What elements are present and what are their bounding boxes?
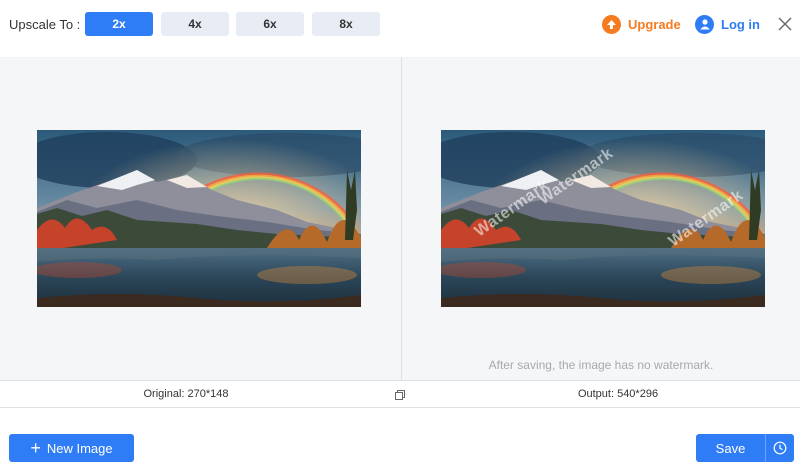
compare-toggle-icon[interactable] (394, 389, 406, 401)
login-button[interactable]: Log in (695, 14, 760, 34)
upgrade-label: Upgrade (628, 16, 681, 32)
scale-2x-button[interactable]: 2x (85, 12, 153, 36)
output-size-label: Output: 540*296 (577, 388, 659, 400)
info-bar: Original: 270*148 Output: 540*296 (0, 380, 800, 408)
toolbar: Upscale To : 2x 4x 6x 8x Upgrade Log in (0, 0, 800, 57)
upgrade-arrow-icon (602, 14, 621, 34)
footer: + New Image Save (0, 408, 800, 469)
output-image: Watermark Watermark Watermark (441, 130, 765, 307)
upscale-label: Upscale To : (9, 17, 81, 32)
close-icon[interactable] (776, 15, 794, 33)
watermark-note: After saving, the image has no watermark… (488, 358, 714, 372)
user-icon (695, 14, 714, 34)
save-button[interactable]: Save (696, 434, 765, 462)
scale-4x-button[interactable]: 4x (161, 12, 229, 36)
new-image-button[interactable]: + New Image (9, 434, 134, 462)
scale-6x-button[interactable]: 6x (236, 12, 304, 36)
clock-icon (773, 441, 787, 455)
save-group: Save (696, 434, 794, 462)
original-image (37, 130, 361, 307)
compare-divider (401, 57, 402, 380)
original-size-label: Original: 270*148 (143, 388, 229, 400)
history-button[interactable] (765, 434, 794, 462)
login-label: Log in (721, 16, 760, 32)
new-image-label: New Image (46, 440, 113, 456)
upscaler-window: Upscale To : 2x 4x 6x 8x Upgrade Log in (0, 0, 800, 469)
upgrade-button[interactable]: Upgrade (602, 14, 681, 34)
plus-icon: + (30, 438, 41, 458)
scale-8x-button[interactable]: 8x (312, 12, 380, 36)
compare-area: Watermark Watermark Watermark After savi… (0, 57, 800, 380)
